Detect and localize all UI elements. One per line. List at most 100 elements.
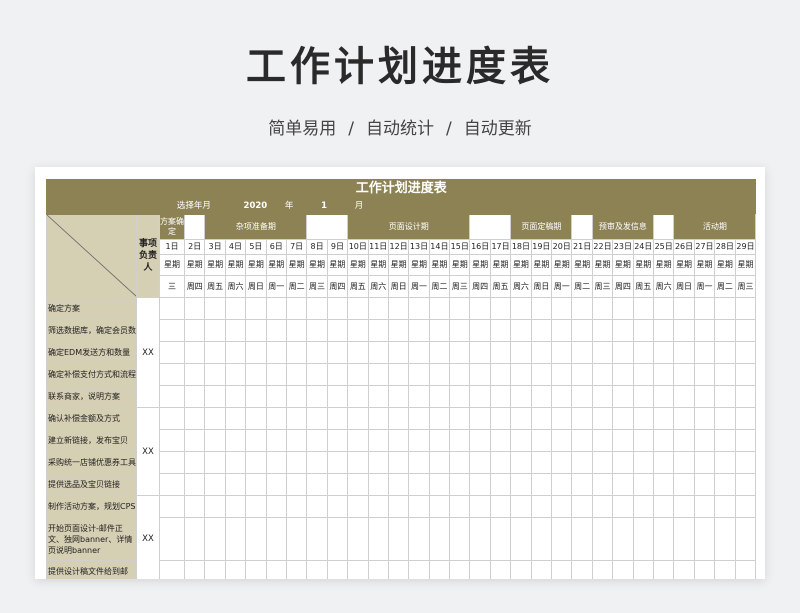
schedule-cell[interactable]: [159, 319, 185, 342]
schedule-cell[interactable]: [245, 341, 267, 364]
schedule-cell[interactable]: [285, 517, 308, 561]
schedule-cell[interactable]: [693, 451, 716, 474]
schedule-cell[interactable]: [204, 341, 226, 364]
schedule-cell[interactable]: [347, 297, 369, 320]
schedule-cell[interactable]: [408, 451, 430, 474]
schedule-cell[interactable]: [449, 473, 471, 496]
schedule-cell[interactable]: [204, 517, 226, 561]
schedule-cell[interactable]: [326, 297, 349, 320]
schedule-cell[interactable]: [693, 560, 716, 579]
schedule-cell[interactable]: [673, 319, 695, 342]
schedule-cell[interactable]: [612, 560, 634, 579]
schedule-cell[interactable]: [591, 297, 614, 320]
schedule-cell[interactable]: [693, 319, 716, 342]
schedule-cell[interactable]: [632, 517, 654, 561]
schedule-cell[interactable]: [714, 385, 736, 408]
schedule-cell[interactable]: [510, 385, 532, 408]
schedule-cell[interactable]: [347, 341, 369, 364]
schedule-cell[interactable]: [306, 517, 328, 561]
schedule-cell[interactable]: [530, 363, 553, 386]
schedule-cell[interactable]: [265, 385, 287, 408]
schedule-cell[interactable]: [306, 363, 328, 386]
schedule-cell[interactable]: [551, 385, 573, 408]
schedule-cell[interactable]: [571, 363, 593, 386]
schedule-cell[interactable]: [693, 341, 716, 364]
schedule-cell[interactable]: [224, 341, 247, 364]
schedule-cell[interactable]: [612, 495, 634, 518]
schedule-cell[interactable]: [387, 385, 410, 408]
schedule-cell[interactable]: [428, 385, 451, 408]
schedule-cell[interactable]: [306, 407, 328, 430]
schedule-cell[interactable]: [673, 341, 695, 364]
schedule-cell[interactable]: [204, 407, 226, 430]
schedule-cell[interactable]: [530, 429, 553, 452]
schedule-cell[interactable]: [551, 363, 573, 386]
schedule-cell[interactable]: [326, 473, 349, 496]
schedule-cell[interactable]: [285, 319, 308, 342]
schedule-cell[interactable]: [489, 385, 512, 408]
schedule-cell[interactable]: [571, 495, 593, 518]
schedule-cell[interactable]: [612, 297, 634, 320]
schedule-cell[interactable]: [673, 297, 695, 320]
schedule-cell[interactable]: [159, 451, 185, 474]
schedule-cell[interactable]: [428, 473, 451, 496]
schedule-cell[interactable]: [551, 517, 573, 561]
schedule-cell[interactable]: [734, 319, 756, 342]
schedule-cell[interactable]: [510, 319, 532, 342]
schedule-cell[interactable]: [571, 407, 593, 430]
schedule-cell[interactable]: [367, 341, 389, 364]
schedule-cell[interactable]: [469, 363, 491, 386]
schedule-cell[interactable]: [245, 407, 267, 430]
schedule-cell[interactable]: [326, 451, 349, 474]
schedule-cell[interactable]: [285, 341, 308, 364]
schedule-cell[interactable]: [571, 341, 593, 364]
schedule-cell[interactable]: [428, 407, 451, 430]
schedule-cell[interactable]: [530, 560, 553, 579]
schedule-cell[interactable]: [183, 319, 206, 342]
schedule-cell[interactable]: [469, 473, 491, 496]
schedule-cell[interactable]: [571, 560, 593, 579]
schedule-cell[interactable]: [306, 495, 328, 518]
schedule-cell[interactable]: [591, 363, 614, 386]
schedule-cell[interactable]: [510, 473, 532, 496]
schedule-cell[interactable]: [306, 429, 328, 452]
schedule-cell[interactable]: [387, 451, 410, 474]
schedule-cell[interactable]: [428, 297, 451, 320]
schedule-cell[interactable]: [489, 297, 512, 320]
schedule-cell[interactable]: [734, 473, 756, 496]
schedule-cell[interactable]: [652, 451, 675, 474]
schedule-cell[interactable]: [591, 341, 614, 364]
schedule-cell[interactable]: [245, 473, 267, 496]
schedule-cell[interactable]: [159, 495, 185, 518]
schedule-cell[interactable]: [387, 517, 410, 561]
schedule-cell[interactable]: [347, 429, 369, 452]
schedule-cell[interactable]: [183, 385, 206, 408]
schedule-cell[interactable]: [204, 473, 226, 496]
schedule-cell[interactable]: [489, 407, 512, 430]
schedule-cell[interactable]: [632, 473, 654, 496]
schedule-cell[interactable]: [489, 473, 512, 496]
schedule-cell[interactable]: [306, 319, 328, 342]
schedule-cell[interactable]: [489, 451, 512, 474]
schedule-cell[interactable]: [408, 429, 430, 452]
schedule-cell[interactable]: [367, 385, 389, 408]
schedule-cell[interactable]: [714, 363, 736, 386]
schedule-cell[interactable]: [265, 297, 287, 320]
schedule-cell[interactable]: [285, 451, 308, 474]
schedule-cell[interactable]: [652, 473, 675, 496]
schedule-cell[interactable]: [652, 319, 675, 342]
schedule-cell[interactable]: [612, 385, 634, 408]
schedule-cell[interactable]: [632, 297, 654, 320]
schedule-cell[interactable]: [530, 473, 553, 496]
schedule-cell[interactable]: [428, 319, 451, 342]
schedule-cell[interactable]: [591, 385, 614, 408]
schedule-cell[interactable]: [285, 297, 308, 320]
schedule-cell[interactable]: [673, 385, 695, 408]
schedule-cell[interactable]: [285, 407, 308, 430]
schedule-cell[interactable]: [265, 451, 287, 474]
schedule-cell[interactable]: [612, 319, 634, 342]
schedule-cell[interactable]: [673, 451, 695, 474]
schedule-cell[interactable]: [224, 297, 247, 320]
schedule-cell[interactable]: [285, 560, 308, 579]
schedule-cell[interactable]: [245, 495, 267, 518]
